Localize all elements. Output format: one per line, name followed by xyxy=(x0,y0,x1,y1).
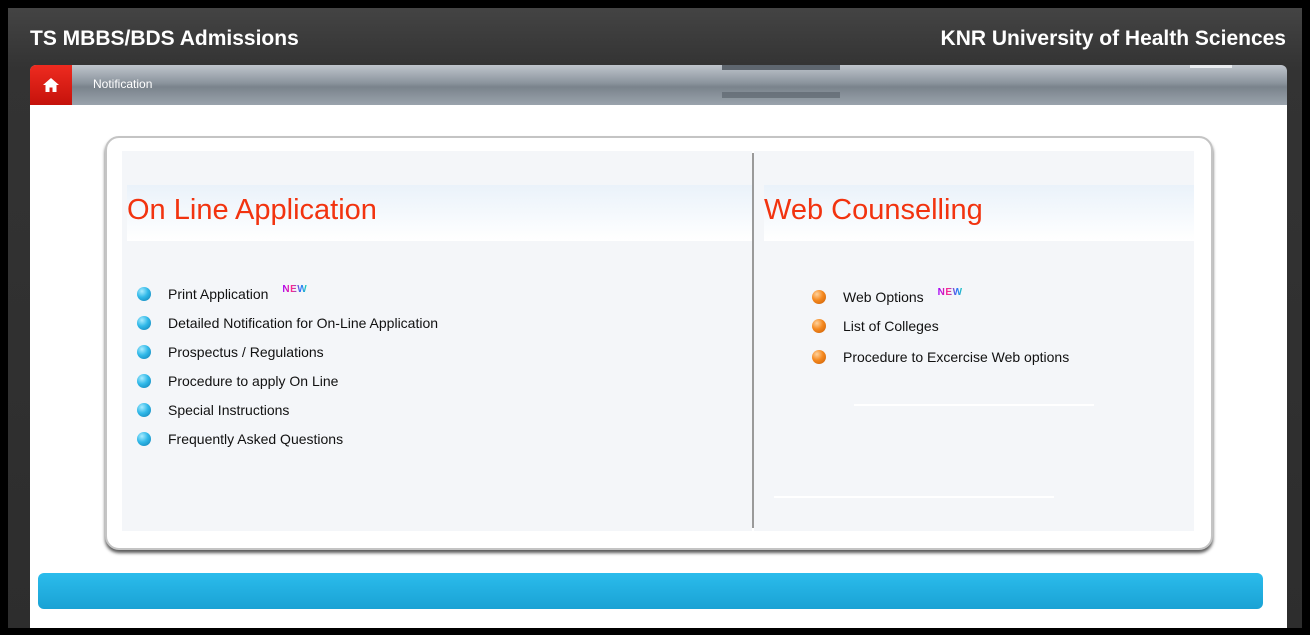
bullet-icon xyxy=(137,286,151,301)
link-label[interactable]: Print Application xyxy=(168,286,268,302)
link-label[interactable]: Procedure to apply On Line xyxy=(168,373,338,389)
link-label[interactable]: Special Instructions xyxy=(168,402,289,418)
link-detailed-notification[interactable]: Detailed Notification for On-Line Applic… xyxy=(137,308,438,337)
main-content: On Line Application Print Application NE… xyxy=(30,105,1287,635)
nav-decoration xyxy=(722,92,840,98)
nav-item-notification[interactable]: Notification xyxy=(93,77,152,91)
bullet-icon xyxy=(137,402,151,417)
nav-bar: Notification xyxy=(30,65,1287,105)
online-application-title: On Line Application xyxy=(127,194,377,226)
bullet-icon xyxy=(137,373,151,388)
web-counselling-title: Web Counselling xyxy=(764,194,983,226)
link-special-instructions[interactable]: Special Instructions xyxy=(137,395,438,424)
link-list-of-colleges[interactable]: List of Colleges xyxy=(812,311,1069,340)
decorative-line xyxy=(774,496,1054,498)
link-label[interactable]: Prospectus / Regulations xyxy=(168,344,324,360)
home-button[interactable] xyxy=(30,65,72,105)
bullet-icon xyxy=(812,350,826,364)
link-print-application[interactable]: Print Application NEW xyxy=(137,279,438,308)
bullet-icon xyxy=(812,289,826,304)
bullet-icon xyxy=(137,431,151,446)
bullet-icon xyxy=(137,315,151,330)
footer-bar xyxy=(38,573,1263,609)
link-label[interactable]: Detailed Notification for On-Line Applic… xyxy=(168,315,438,331)
link-label[interactable]: Procedure to Excercise Web options xyxy=(843,349,1069,365)
bullet-icon xyxy=(812,318,826,333)
new-badge: NEW xyxy=(282,284,308,295)
links-panel: On Line Application Print Application NE… xyxy=(105,136,1213,550)
online-application-section: On Line Application Print Application NE… xyxy=(122,151,752,531)
link-procedure-apply[interactable]: Procedure to apply On Line xyxy=(137,366,438,395)
web-counselling-links: Web Options NEW List of Colleges Procedu… xyxy=(812,282,1069,374)
university-name: KNR University of Health Sciences xyxy=(940,27,1286,50)
bullet-icon xyxy=(137,344,151,359)
nav-decoration xyxy=(1190,65,1232,68)
link-label[interactable]: Web Options xyxy=(843,289,924,305)
site-title: TS MBBS/BDS Admissions xyxy=(30,27,299,50)
link-prospectus[interactable]: Prospectus / Regulations xyxy=(137,337,438,366)
bottom-border xyxy=(0,628,1310,635)
new-badge: NEW xyxy=(937,287,963,298)
home-icon xyxy=(43,78,59,92)
web-counselling-section: Web Counselling Web Options NEW List of … xyxy=(754,151,1194,531)
decorative-line xyxy=(854,404,1094,406)
link-label[interactable]: Frequently Asked Questions xyxy=(168,431,343,447)
nav-decoration xyxy=(722,65,840,70)
link-faq[interactable]: Frequently Asked Questions xyxy=(137,424,438,453)
link-web-options[interactable]: Web Options NEW xyxy=(812,282,1069,311)
link-label[interactable]: List of Colleges xyxy=(843,318,939,334)
link-procedure-web-options[interactable]: Procedure to Excercise Web options xyxy=(812,340,1069,374)
online-application-links: Print Application NEW Detailed Notificat… xyxy=(137,279,438,453)
